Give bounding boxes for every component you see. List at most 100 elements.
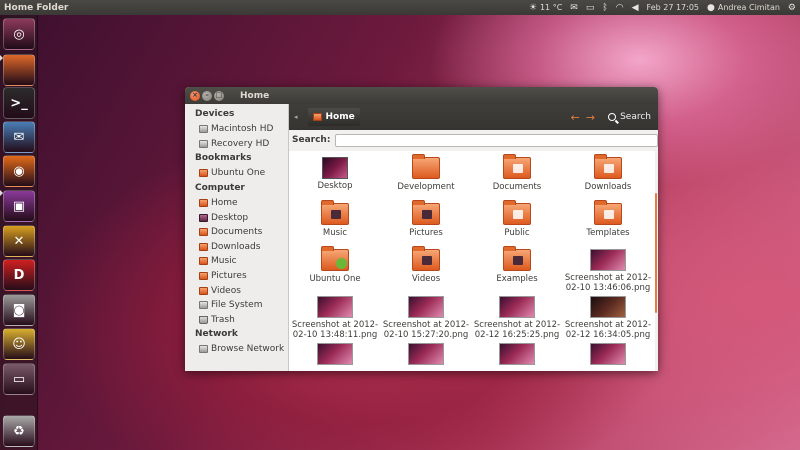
file-item[interactable]	[562, 343, 654, 367]
close-window-button[interactable]: ×	[190, 90, 200, 101]
sidebar-item-pictures[interactable]: Pictures	[185, 269, 288, 284]
sidebar-item-label: Recovery HD	[211, 138, 270, 149]
music-icon	[199, 257, 208, 266]
trash-launcher-icon[interactable]: ♻	[3, 415, 35, 447]
user-icon: ●	[707, 2, 715, 13]
breadcrumb-home[interactable]: Home	[307, 108, 360, 126]
path-left-arrow-icon[interactable]: ◂	[294, 113, 298, 121]
running-app-indicator	[0, 190, 3, 196]
file-item[interactable]: Screenshot at 2012-02-12 16:34:05.png	[562, 296, 654, 340]
home-folder-launcher-icon[interactable]	[3, 54, 35, 86]
file-item[interactable]: Screenshot at 2012-02-10 15:27:20.png	[380, 296, 472, 340]
places-sidebar: Devices Macintosh HD Recovery HD Bookmarks U…	[185, 104, 289, 371]
search-input[interactable]	[335, 133, 658, 147]
sidebar-item-recovery-hd[interactable]: Recovery HD	[185, 137, 288, 152]
ubuntu-one-icon	[199, 169, 208, 178]
folder-music-icon	[321, 200, 349, 225]
folder-item[interactable]: Videos	[380, 246, 472, 284]
file-item-label: Downloads	[584, 182, 632, 192]
session-gear-icon[interactable]: ⚙	[788, 3, 796, 13]
dictionary-launcher-icon[interactable]: D	[3, 259, 35, 291]
folder-item[interactable]: Examples	[471, 246, 563, 284]
file-item[interactable]: Screenshot at 2012-02-10 13:46:06.png	[562, 249, 654, 293]
sidebar-item-label: Trash	[211, 314, 235, 325]
scroll-indicator[interactable]	[655, 193, 657, 313]
sidebar-item-label: Downloads	[211, 241, 261, 252]
volume-icon[interactable]: ◀	[632, 3, 639, 13]
file-item[interactable]	[380, 343, 472, 367]
sidebar-item-ubuntu-one[interactable]: Ubuntu One	[185, 166, 288, 181]
file-item-label: Development	[397, 182, 455, 192]
weather-indicator[interactable]: ☀ 11 °C	[529, 3, 562, 13]
screenshot-launcher-icon[interactable]: ◙	[3, 294, 35, 326]
mail-icon[interactable]: ✉	[570, 3, 578, 13]
folder-item[interactable]: Public	[471, 200, 563, 238]
image-thumbnail-icon	[499, 296, 535, 318]
forward-arrow-icon[interactable]: →	[586, 111, 595, 124]
user-name: Andrea Cimitan	[717, 3, 780, 12]
sidebar-item-macintosh-hd[interactable]: Macintosh HD	[185, 122, 288, 137]
workspace-switcher-icon[interactable]: ▣	[3, 190, 35, 222]
file-item-label: Screenshot at 2012-02-10 13:46:06.png	[564, 273, 652, 293]
file-item[interactable]: Screenshot at 2012-02-12 16:25:25.png	[471, 296, 563, 340]
folder-item[interactable]: Pictures	[380, 200, 472, 238]
mail-client-launcher-icon[interactable]: ✉	[3, 121, 35, 153]
file-item[interactable]: Screenshot at 2012-02-10 13:48:11.png	[289, 296, 381, 340]
sidebar-item-desktop[interactable]: Desktop	[185, 210, 288, 225]
sidebar-item-browse-network[interactable]: Browse Network	[185, 342, 288, 357]
folder-emblem-icon	[513, 210, 523, 219]
file-item-label: Templates	[586, 228, 630, 238]
sidebar-item-label: Desktop	[211, 212, 249, 223]
folder-emblem-icon	[422, 256, 432, 265]
search-bar: Search:	[289, 130, 658, 150]
top-panel: Home Folder ☀ 11 °C ✉ ▭ ᛒ ◠ ◀ Feb 27 17:…	[0, 0, 800, 15]
window-titlebar[interactable]: × – □ Home	[185, 87, 658, 104]
folder-item[interactable]: Music	[289, 200, 381, 238]
folder-icon	[412, 154, 440, 179]
recovery-hd-icon	[199, 139, 208, 148]
clock-indicator[interactable]: Feb 27 17:05	[647, 3, 699, 12]
folder-item[interactable]: Desktop	[289, 157, 381, 191]
bluetooth-icon[interactable]: ᛒ	[602, 3, 607, 13]
file-item[interactable]	[289, 343, 381, 367]
folder-doc-icon	[503, 154, 531, 179]
wifi-icon[interactable]: ◠	[616, 3, 624, 13]
app-x-launcher-icon[interactable]: ✕	[3, 225, 35, 257]
image-thumbnail-icon	[499, 343, 535, 365]
sidebar-item-label: Ubuntu One	[211, 168, 266, 179]
file-item-label: Music	[322, 228, 348, 238]
maximize-window-button[interactable]: □	[214, 90, 224, 101]
folder-public-icon	[503, 200, 531, 225]
file-manager-window: × – □ Home Devices Macintosh HD Recovery H…	[185, 87, 658, 371]
folder-item[interactable]: Documents	[471, 154, 563, 192]
sidebar-item-label: Pictures	[211, 271, 247, 282]
file-item-label: Public	[504, 228, 530, 238]
indicator-area: ☀ 11 °C ✉ ▭ ᛒ ◠ ◀ Feb 27 17:05 ● Andrea …	[529, 3, 800, 13]
file-item[interactable]	[471, 343, 563, 367]
pidgin-launcher-icon[interactable]: ☺	[3, 328, 35, 360]
firefox-launcher-icon[interactable]: ◉	[3, 155, 35, 187]
folder-item[interactable]: Ubuntu One	[289, 246, 381, 284]
sidebar-item-file-system[interactable]: File System	[185, 298, 288, 313]
sidebar-item-downloads[interactable]: Downloads	[185, 240, 288, 255]
back-arrow-icon[interactable]: ←	[571, 111, 580, 124]
folder-item[interactable]: Templates	[562, 200, 654, 238]
folder-ubuntu-icon	[321, 246, 349, 271]
sidebar-item-documents[interactable]: Documents	[185, 225, 288, 240]
search-button[interactable]: Search	[605, 112, 654, 122]
terminal-launcher-icon[interactable]: >_	[3, 87, 35, 119]
folder-item[interactable]: Downloads	[562, 154, 654, 192]
minimize-window-button[interactable]: –	[202, 90, 212, 101]
sidebar-item-home[interactable]: Home	[185, 196, 288, 211]
sidebar-item-trash[interactable]: Trash	[185, 313, 288, 328]
file-item-label: Screenshot at 2012-02-12 16:34:05.png	[564, 320, 652, 340]
battery-icon[interactable]: ▭	[586, 3, 595, 13]
sidebar-item-music[interactable]: Music	[185, 254, 288, 269]
user-indicator[interactable]: ● Andrea Cimitan	[707, 3, 780, 13]
window-launcher-icon[interactable]: ▭	[3, 363, 35, 395]
folder-emblem-icon	[422, 210, 432, 219]
sidebar-item-videos[interactable]: Videos	[185, 283, 288, 298]
trash-icon	[199, 315, 208, 324]
ubuntu-dash-icon[interactable]: ◎	[3, 18, 35, 50]
folder-item[interactable]: Development	[380, 154, 472, 192]
